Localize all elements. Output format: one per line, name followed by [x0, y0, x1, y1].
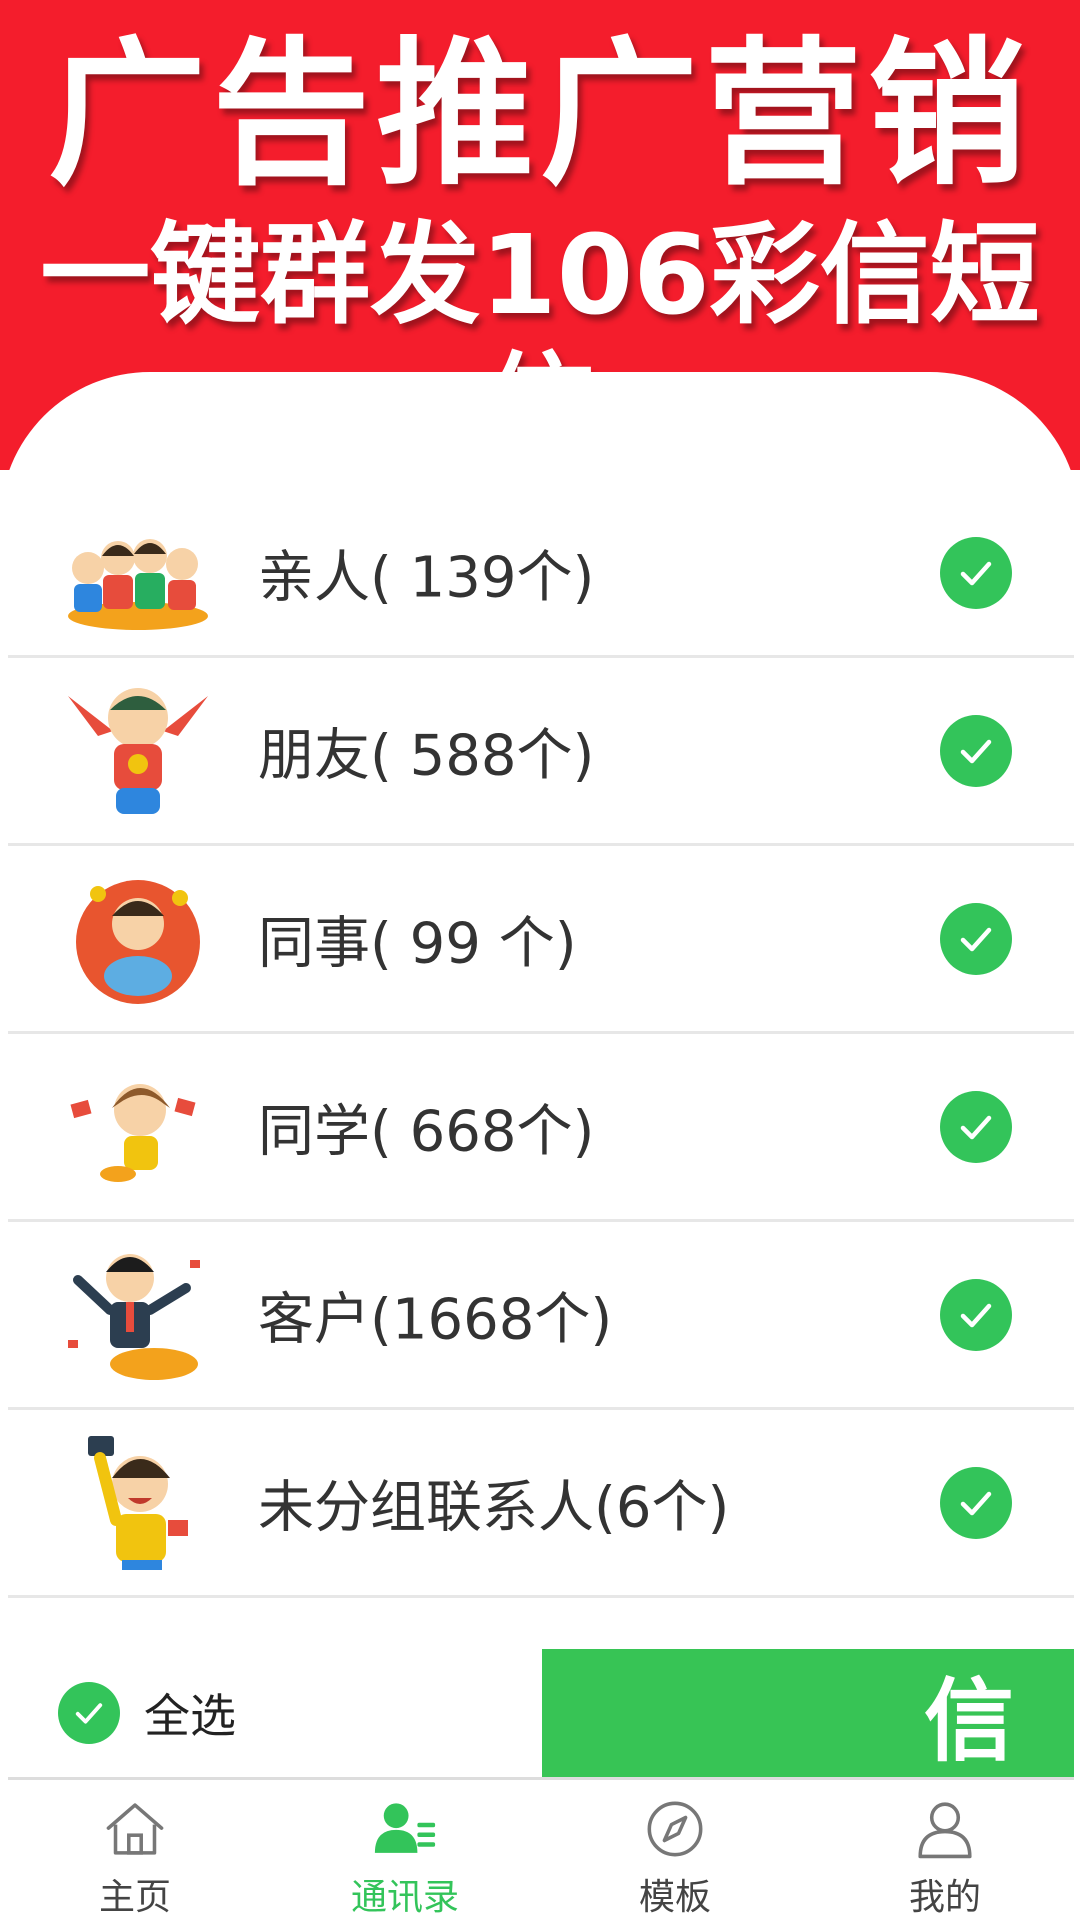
- checkmark-icon[interactable]: [940, 714, 1012, 787]
- group-label: 同事( 99 个): [258, 911, 577, 976]
- checkmark-icon[interactable]: [940, 1466, 1012, 1539]
- group-label: 客户(1668个): [258, 1287, 613, 1352]
- group-row-ungrouped[interactable]: 未分组联系人(6个): [8, 1410, 1074, 1598]
- home-icon: [106, 1803, 164, 1855]
- group-row-clients[interactable]: 客户(1668个): [8, 1222, 1074, 1410]
- send-message-button[interactable]: 信: [542, 1649, 1074, 1777]
- user-icon: [918, 1802, 972, 1859]
- nav-item-templates[interactable]: 模板: [540, 1782, 810, 1920]
- banner-headline: 广告推广营销: [48, 23, 1032, 207]
- contact-group-list: 亲人( 139个) 朋友( 588个) 同事(99 个) 同学(668个) …: [8, 490, 1074, 1598]
- superhero-friend-icon: [68, 687, 208, 814]
- group-label: 同学( 668个): [258, 1099, 595, 1164]
- group-row-colleagues[interactable]: 同事( 99 个): [8, 846, 1074, 1034]
- checkmark-icon[interactable]: [940, 902, 1012, 975]
- colleague-money-icon: [76, 879, 200, 1004]
- group-label: 未分组联系人(6个): [258, 1475, 730, 1540]
- checkmark-icon[interactable]: [58, 1682, 120, 1744]
- ungrouped-contact-icon: [88, 1435, 188, 1570]
- nav-item-home[interactable]: 主页: [0, 1782, 270, 1920]
- action-bar: 全选 信: [8, 1645, 1074, 1780]
- group-label: 朋友( 588个): [258, 723, 595, 788]
- group-row-friends[interactable]: 朋友( 588个): [8, 658, 1074, 846]
- group-label: 亲人( 139个): [258, 545, 595, 610]
- checkmark-icon[interactable]: [940, 1278, 1012, 1351]
- bottom-navigation: 主页 通讯录 模板 我的: [0, 1782, 1080, 1920]
- nav-label: 我的: [908, 1877, 981, 1918]
- select-all-label: 全选: [144, 1689, 236, 1743]
- classmate-girl-icon: [70, 1083, 196, 1182]
- compass-icon: [647, 1801, 703, 1857]
- nav-item-me[interactable]: 我的: [810, 1782, 1080, 1920]
- nav-item-contacts[interactable]: 通讯录: [270, 1782, 540, 1920]
- contacts-icon: [374, 1803, 436, 1853]
- group-row-family[interactable]: 亲人( 139个): [8, 490, 1074, 658]
- nav-label: 主页: [98, 1877, 171, 1918]
- checkmark-icon[interactable]: [940, 1090, 1012, 1163]
- client-businessman-icon: [68, 1253, 200, 1380]
- nav-label: 模板: [638, 1877, 711, 1918]
- checkmark-icon[interactable]: [940, 536, 1012, 609]
- group-row-classmates[interactable]: 同学( 668个): [8, 1034, 1074, 1222]
- screen: 广告推广营销 一键群发106彩信短信 亲人( 139个): [0, 0, 1080, 1920]
- family-group-icon: [68, 538, 208, 630]
- select-all-toggle[interactable]: 全选: [58, 1677, 236, 1749]
- nav-label: 通讯录: [350, 1877, 459, 1918]
